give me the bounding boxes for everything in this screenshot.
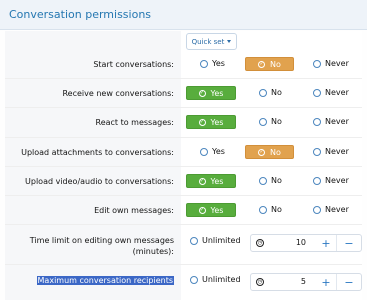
option-yes-label: Yes [210, 176, 224, 186]
time-limit-stepper[interactable]: ◷ 10 + − [250, 234, 362, 252]
radio-never[interactable] [313, 89, 321, 97]
max-recipients-label: Maximum conversation recipients [36, 276, 174, 285]
option-yes-label: Yes [212, 59, 225, 68]
row-label-upload-video-audio: Upload video/audio to conversations: [25, 177, 174, 186]
row-label-time-limit: Time limit on editing own messages (minu… [4, 235, 174, 257]
option-yes-label: Yes [210, 205, 224, 215]
plus-icon[interactable]: + [317, 274, 335, 290]
minus-icon[interactable]: − [336, 274, 361, 290]
radio-never[interactable] [313, 60, 321, 68]
row-divider [5, 264, 362, 265]
radio-no-selected[interactable]: ✓ No [245, 57, 294, 71]
plus-icon[interactable]: + [317, 235, 335, 251]
radio-unlimited-recipients[interactable] [190, 276, 198, 284]
option-no-label: No [271, 176, 282, 185]
gauge-icon: ◷ [256, 239, 264, 247]
quick-set-button[interactable]: Quick set [186, 33, 237, 50]
check-icon: ✓ [258, 60, 266, 68]
unlimited-label: Unlimited [202, 236, 241, 245]
option-no-label: No [271, 88, 282, 97]
radio-no[interactable] [259, 206, 267, 214]
time-limit-label-line1: Time limit on editing own messages [29, 236, 174, 245]
row-divider [5, 107, 362, 108]
permissions-panel: Conversation permissions Quick set Start… [0, 0, 367, 300]
radio-unlimited-time[interactable] [190, 237, 198, 245]
chevron-down-icon [227, 40, 232, 43]
option-never-label: Never [325, 88, 349, 97]
check-icon: ✓ [258, 148, 266, 156]
radio-no[interactable] [259, 177, 267, 185]
quick-set-label: Quick set [191, 37, 225, 46]
option-no-label: No [270, 147, 281, 157]
radio-yes[interactable] [200, 148, 208, 156]
radio-yes-selected[interactable]: ✓ Yes [186, 115, 236, 129]
gauge-icon-wrap: ◷ [251, 274, 269, 290]
radio-yes-selected[interactable]: ✓ Yes [186, 86, 236, 100]
radio-never[interactable] [313, 206, 321, 214]
row-label-edit-own-messages: Edit own messages: [94, 206, 174, 215]
option-no-label: No [271, 205, 282, 214]
radio-yes-selected[interactable]: ✓ Yes [186, 203, 236, 217]
row-label-max-recipients: Maximum conversation recipients [4, 275, 174, 286]
check-icon: ✓ [198, 118, 206, 126]
option-no-label: No [271, 117, 282, 126]
max-recipients-value[interactable]: 5 [301, 277, 306, 286]
radio-never[interactable] [313, 148, 321, 156]
time-limit-label-line2: (minutes): [132, 247, 174, 256]
section-header: Conversation permissions [0, 0, 367, 30]
option-yes-label: Yes [210, 117, 224, 127]
option-never-label: Never [325, 176, 349, 185]
minus-icon[interactable]: − [336, 235, 361, 251]
option-never-label: Never [325, 117, 349, 126]
max-recipients-stepper[interactable]: ◷ 5 + − [250, 273, 362, 291]
row-label-start-conversations: Start conversations: [93, 60, 174, 69]
time-limit-value[interactable]: 10 [296, 238, 306, 247]
unlimited-label: Unlimited [202, 275, 241, 284]
row-label-receive-new-conversations: Receive new conversations: [62, 89, 174, 98]
row-divider [5, 137, 362, 138]
section-title: Conversation permissions [9, 8, 152, 21]
row-divider [5, 166, 362, 167]
option-yes-label: Yes [210, 88, 224, 98]
gauge-icon-wrap: ◷ [251, 235, 269, 251]
radio-yes[interactable] [200, 60, 208, 68]
row-divider [5, 195, 362, 196]
radio-no-selected[interactable]: ✓ No [245, 145, 294, 159]
option-never-label: Never [325, 147, 349, 156]
option-yes-label: Yes [212, 147, 225, 156]
check-icon: ✓ [198, 206, 206, 214]
row-divider [5, 224, 362, 225]
gauge-icon: ◷ [256, 278, 264, 286]
radio-no[interactable] [259, 118, 267, 126]
check-icon: ✓ [198, 89, 206, 97]
row-label-upload-attachments: Upload attachments to conversations: [21, 148, 174, 157]
radio-no[interactable] [259, 89, 267, 97]
radio-yes-selected[interactable]: ✓ Yes [186, 174, 236, 188]
option-never-label: Never [325, 205, 349, 214]
row-divider [5, 78, 362, 79]
radio-never[interactable] [313, 118, 321, 126]
row-label-react-to-messages: React to messages: [95, 118, 175, 127]
option-never-label: Never [325, 59, 349, 68]
option-no-label: No [270, 59, 281, 69]
check-icon: ✓ [198, 177, 206, 185]
radio-never[interactable] [313, 177, 321, 185]
